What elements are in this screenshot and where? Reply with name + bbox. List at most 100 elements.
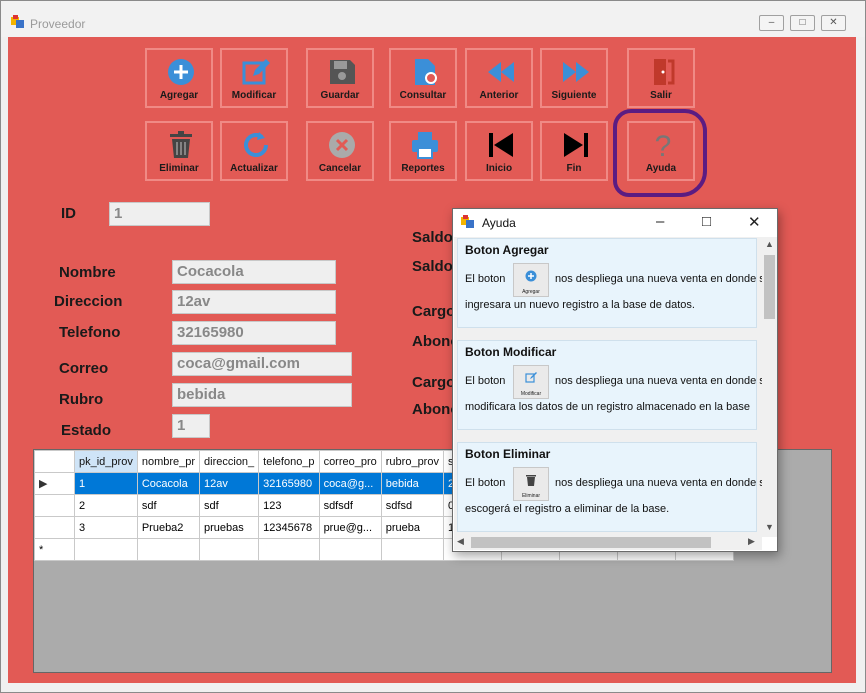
cancelar-button[interactable]: Cancelar xyxy=(306,121,374,181)
grid-cell[interactable]: 1 xyxy=(74,472,138,495)
fin-label: Fin xyxy=(566,163,582,174)
cargo-label-1: Cargo xyxy=(412,303,456,320)
horizontal-scrollbar[interactable]: ◀ ▶ xyxy=(454,535,762,550)
anterior-button[interactable]: Anterior xyxy=(465,48,533,108)
rubro-field[interactable]: bebida xyxy=(172,383,352,407)
help-text: modificara los datos de un registro alma… xyxy=(465,401,750,413)
grid-cell[interactable]: prueba xyxy=(380,516,444,539)
scroll-up-icon[interactable]: ▲ xyxy=(765,239,774,249)
help-text: El boton xyxy=(465,477,506,489)
grid-cell[interactable]: sdf xyxy=(136,494,201,517)
grid-cell[interactable]: 32165980 xyxy=(258,472,320,495)
grid-cell[interactable] xyxy=(258,538,320,561)
vertical-scrollbar[interactable]: ▲ ▼ xyxy=(762,237,777,537)
ayuda-dialog-title: Ayuda xyxy=(482,216,516,230)
guardar-button[interactable]: Guardar xyxy=(306,48,374,108)
grid-cell[interactable] xyxy=(318,538,382,561)
fin-button[interactable]: Fin xyxy=(540,121,608,181)
reportes-button[interactable]: Reportes xyxy=(389,121,457,181)
grid-cell[interactable]: Cocacola xyxy=(136,472,201,495)
close-icon[interactable]: ✕ xyxy=(748,213,761,231)
anterior-label: Anterior xyxy=(479,90,519,101)
grid-cell[interactable]: 123 xyxy=(258,494,320,517)
minimize-icon: ‒ xyxy=(768,17,775,28)
scroll-right-icon[interactable]: ▶ xyxy=(748,536,755,547)
grid-cell[interactable]: 3 xyxy=(74,516,138,539)
help-text: El boton xyxy=(465,273,506,285)
scroll-down-icon[interactable]: ▼ xyxy=(765,522,774,532)
correo-field[interactable]: coca@gmail.com xyxy=(172,352,352,376)
edit-icon xyxy=(242,59,270,85)
column-header[interactable]: pk_id_prov xyxy=(74,450,138,473)
agregar-button[interactable]: Agregar xyxy=(145,48,213,108)
title-bar: Proveedor ‒ □ ✕ xyxy=(1,1,865,37)
inicio-button[interactable]: Inicio xyxy=(465,121,533,181)
row-header xyxy=(34,516,75,539)
maximize-button[interactable]: □ xyxy=(790,15,815,31)
grid-cell[interactable]: coca@g... xyxy=(318,472,382,495)
ayuda-highlight-annotation xyxy=(613,109,707,197)
maximize-icon[interactable]: □ xyxy=(702,213,711,230)
column-header[interactable]: rubro_prov xyxy=(380,450,444,473)
column-header[interactable]: nombre_pr xyxy=(136,450,201,473)
agregar-button-image: Agregar xyxy=(513,263,549,297)
column-header[interactable]: correo_pro xyxy=(318,450,382,473)
saldo-label-2: Saldo xyxy=(412,258,453,275)
consultar-button[interactable]: Consultar xyxy=(389,48,457,108)
row-header xyxy=(34,494,75,517)
cancelar-label: Cancelar xyxy=(318,163,362,174)
grid-cell[interactable] xyxy=(380,538,444,561)
grid-cell[interactable]: sdf xyxy=(199,494,260,517)
scrollbar-thumb[interactable] xyxy=(764,255,775,319)
help-text: El boton xyxy=(465,375,506,387)
help-text: nos despliega una nueva venta en donde s… xyxy=(555,273,762,285)
grid-cell[interactable]: bebida xyxy=(380,472,444,495)
ayuda-dialog-content: Boton Agregar El boton Agregar nos despl… xyxy=(454,237,762,537)
scroll-left-icon[interactable]: ◀ xyxy=(457,536,464,547)
telefono-field[interactable]: 32165980 xyxy=(172,321,336,345)
close-button[interactable]: ✕ xyxy=(821,15,846,31)
actualizar-button[interactable]: Actualizar xyxy=(220,121,288,181)
modificar-button[interactable]: Modificar xyxy=(220,48,288,108)
search-document-icon xyxy=(415,59,437,85)
add-icon xyxy=(525,270,537,282)
cancel-icon xyxy=(329,132,355,158)
skip-start-icon xyxy=(489,133,513,157)
grid-cell[interactable] xyxy=(199,538,260,561)
scrollbar-thumb[interactable] xyxy=(471,537,711,548)
direccion-field[interactable]: 12av xyxy=(172,290,336,314)
rubro-label: Rubro xyxy=(59,391,104,408)
grid-cell[interactable] xyxy=(136,538,201,561)
eliminar-button-image: Eliminar xyxy=(513,467,549,501)
grid-cell[interactable] xyxy=(74,538,138,561)
minimize-icon[interactable]: – xyxy=(656,213,664,230)
grid-cell[interactable]: pruebas xyxy=(199,516,260,539)
grid-cell[interactable]: Prueba2 xyxy=(136,516,201,539)
edit-icon xyxy=(525,372,537,383)
eliminar-button[interactable]: Eliminar xyxy=(145,121,213,181)
ayuda-dialog-titlebar[interactable]: Ayuda – □ ✕ xyxy=(453,209,777,237)
salir-button[interactable]: Salir xyxy=(627,48,695,108)
siguiente-button[interactable]: Siguiente xyxy=(540,48,608,108)
add-icon xyxy=(168,59,194,85)
help-section-modificar: Boton Modificar El boton Modificar nos d… xyxy=(457,340,762,430)
rewind-icon xyxy=(488,62,514,82)
grid-cell[interactable]: prue@g... xyxy=(318,516,382,539)
nombre-field[interactable]: Cocacola xyxy=(172,260,336,284)
column-header[interactable]: telefono_p xyxy=(258,450,320,473)
modificar-button-image: Modificar xyxy=(513,365,549,399)
grid-cell[interactable]: 12av xyxy=(199,472,260,495)
new-row-icon: * xyxy=(34,538,75,561)
estado-label: Estado xyxy=(61,422,112,439)
grid-cell[interactable]: 2 xyxy=(74,494,138,517)
estado-field[interactable]: 1 xyxy=(172,414,210,438)
grid-cell[interactable]: 12345678 xyxy=(258,516,320,539)
minimize-button[interactable]: ‒ xyxy=(759,15,784,31)
row-header-corner xyxy=(34,450,75,473)
grid-cell[interactable]: sdfsdf xyxy=(318,494,382,517)
help-section-agregar: Boton Agregar El boton Agregar nos despl… xyxy=(457,238,762,328)
id-field[interactable]: 1 xyxy=(109,202,210,226)
column-header[interactable]: direccion_ xyxy=(199,450,260,473)
grid-cell[interactable]: sdfsd xyxy=(380,494,444,517)
reportes-label: Reportes xyxy=(401,163,445,174)
